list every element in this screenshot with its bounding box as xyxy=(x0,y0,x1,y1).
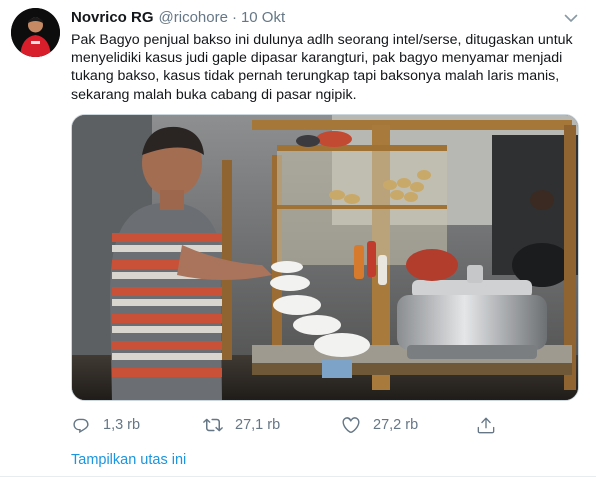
retweet-button[interactable]: 27,1 rb xyxy=(203,414,280,436)
share-button[interactable] xyxy=(476,414,496,436)
show-thread-link[interactable]: Tampilkan utas ini xyxy=(71,452,186,468)
photo-image xyxy=(72,115,578,400)
avatar-image xyxy=(11,8,60,57)
retweet-count: 27,1 rb xyxy=(235,417,281,433)
heart-icon xyxy=(342,417,360,433)
author-name[interactable]: Novrico RG xyxy=(71,9,154,26)
tweet-timestamp[interactable]: 10 Okt xyxy=(241,9,285,26)
tweet-photo[interactable] xyxy=(71,114,579,401)
like-button[interactable]: 27,2 rb xyxy=(341,414,418,436)
reply-button[interactable]: 1,3 rb xyxy=(71,414,140,436)
share-icon xyxy=(477,417,495,434)
separator-dot: · xyxy=(231,9,237,26)
tweet-actions: 1,3 rb 27,1 rb 27,2 rb xyxy=(71,414,501,436)
chevron-down-icon[interactable] xyxy=(562,9,580,27)
retweet-icon xyxy=(203,418,223,432)
tweet-card[interactable]: Novrico RG @ricohore · 10 Okt Pak Bagyo … xyxy=(0,0,596,477)
reply-count: 1,3 rb xyxy=(103,417,141,433)
avatar[interactable] xyxy=(11,8,60,57)
reply-icon xyxy=(73,418,89,434)
author-handle[interactable]: @ricohore xyxy=(159,9,228,26)
tweet-text: Pak Bagyo penjual bakso ini dulunya adlh… xyxy=(71,32,573,103)
tweet-header: Novrico RG @ricohore · 10 Okt xyxy=(71,9,285,29)
like-count: 27,2 rb xyxy=(373,417,419,433)
